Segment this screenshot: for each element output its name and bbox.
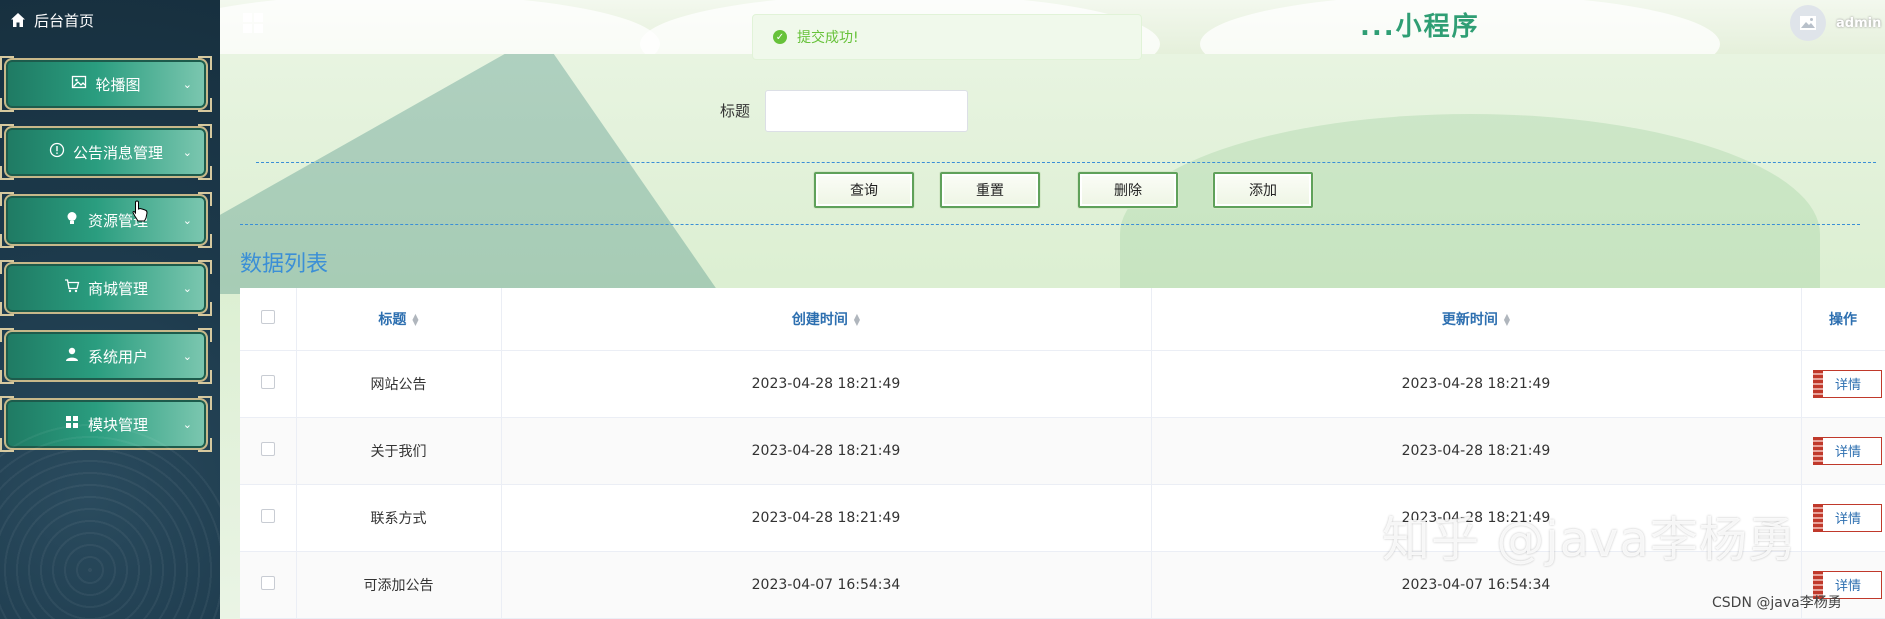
column-header-title[interactable]: 标题 ▲ ▼ — [296, 288, 502, 351]
chevron-down-icon: ⌄ — [182, 282, 192, 295]
sidebar-menu: 轮播图 ⌄ 公告消息管理 ⌄ 资源管理 ⌄ 商城管理 ⌄ 系统用户 ⌄ 模块管理… — [0, 56, 220, 464]
sort-icon[interactable]: ▲ ▼ — [1504, 312, 1510, 326]
sidebar-item-label: 公告消息管理 — [72, 143, 163, 162]
watermark-csdn: CSDN @java李杨勇 — [1712, 595, 1842, 611]
sidebar-item-label: 模块管理 — [87, 415, 148, 434]
home-link[interactable]: 后台首页 — [10, 9, 94, 31]
app-title: ...小程序 — [1360, 12, 1480, 42]
row-checkbox[interactable] — [260, 508, 275, 523]
cell-created: 2023-04-28 18:21:49 — [501, 484, 1152, 552]
row-checkbox[interactable] — [260, 441, 275, 456]
success-toast: ✓ 提交成功! — [752, 14, 1142, 60]
toast-message: 提交成功! — [797, 30, 859, 46]
sidebar: 后台首页 轮播图 ⌄ 公告消息管理 ⌄ 资源管理 ⌄ 商城管理 ⌄ 系统用户 ⌄… — [0, 0, 220, 619]
sort-icon[interactable]: ▲ ▼ — [854, 312, 860, 326]
info-icon — [49, 142, 65, 162]
sidebar-item-label: 商城管理 — [87, 279, 148, 298]
chevron-down-icon: ⌄ — [182, 350, 192, 363]
detail-button[interactable]: 详情 — [1813, 503, 1882, 532]
cell-created: 2023-04-07 16:54:34 — [501, 551, 1152, 619]
add-button[interactable]: 添加 — [1213, 172, 1313, 208]
sidebar-item-carousel[interactable]: 轮播图 ⌄ — [0, 56, 212, 112]
menu-toggle-icon[interactable] — [242, 12, 264, 34]
sidebar-item-announcements[interactable]: 公告消息管理 ⌄ — [0, 124, 212, 180]
username[interactable]: admin — [1836, 16, 1881, 31]
reset-button[interactable]: 重置 — [940, 172, 1040, 208]
pointer-cursor-icon — [132, 200, 148, 222]
chevron-down-icon: ⌄ — [182, 418, 192, 431]
user-icon — [64, 346, 80, 366]
cell-updated: 2023-04-28 18:21:49 — [1151, 417, 1802, 485]
cell-title: 网站公告 — [296, 350, 502, 418]
table-row: 关于我们 2023-04-28 18:21:49 2023-04-28 18:2… — [240, 417, 1885, 485]
select-all-cell — [240, 288, 297, 351]
sidebar-item-resources[interactable]: 资源管理 ⌄ — [0, 192, 212, 248]
detail-button[interactable]: 详情 — [1813, 369, 1882, 398]
sidebar-item-users[interactable]: 系统用户 ⌄ — [0, 328, 212, 384]
chevron-down-icon: ⌄ — [182, 214, 192, 227]
success-check-icon: ✓ — [773, 30, 787, 44]
column-header-updated[interactable]: 更新时间 ▲ ▼ — [1151, 288, 1802, 351]
cell-created: 2023-04-28 18:21:49 — [501, 417, 1152, 485]
sidebar-item-label: 轮播图 — [95, 75, 141, 94]
home-label: 后台首页 — [34, 11, 95, 30]
detail-button[interactable]: 详情 — [1813, 436, 1882, 465]
grid-icon — [64, 414, 80, 434]
search-input[interactable] — [765, 90, 968, 132]
sidebar-item-label: 系统用户 — [87, 347, 148, 366]
image-icon — [71, 74, 87, 94]
bulb-icon — [64, 210, 80, 230]
cell-title: 关于我们 — [296, 417, 502, 485]
column-header-created[interactable]: 创建时间 ▲ ▼ — [501, 288, 1152, 351]
cart-icon — [64, 278, 80, 298]
divider — [240, 224, 1860, 225]
home-icon — [10, 12, 26, 28]
divider — [256, 162, 1876, 163]
cell-updated: 2023-04-28 18:21:49 — [1151, 350, 1802, 418]
row-checkbox[interactable] — [260, 374, 275, 389]
search-button[interactable]: 查询 — [814, 172, 914, 208]
table-header-row: 标题 ▲ ▼ 创建时间 ▲ ▼ 更新时间 ▲ ▼ 操作 — [240, 288, 1885, 351]
row-checkbox[interactable] — [260, 575, 275, 590]
watermark-zhihu: 知乎 @java李杨勇 — [1382, 512, 1797, 568]
sidebar-item-modules[interactable]: 模块管理 ⌄ — [0, 396, 212, 452]
column-header-actions: 操作 — [1801, 288, 1885, 351]
search-label: 标题 — [720, 102, 751, 120]
avatar[interactable] — [1790, 5, 1826, 41]
sidebar-item-shop[interactable]: 商城管理 ⌄ — [0, 260, 212, 316]
chevron-down-icon: ⌄ — [182, 78, 192, 91]
list-title: 数据列表 — [240, 252, 329, 277]
cell-created: 2023-04-28 18:21:49 — [501, 350, 1152, 418]
image-placeholder-icon — [1800, 16, 1816, 30]
cell-title: 联系方式 — [296, 484, 502, 552]
chevron-down-icon: ⌄ — [182, 146, 192, 159]
cell-title: 可添加公告 — [296, 551, 502, 619]
delete-button[interactable]: 删除 — [1078, 172, 1178, 208]
sort-icon[interactable]: ▲ ▼ — [412, 312, 418, 326]
select-all-checkbox[interactable] — [260, 309, 275, 324]
table-row: 网站公告 2023-04-28 18:21:49 2023-04-28 18:2… — [240, 350, 1885, 418]
